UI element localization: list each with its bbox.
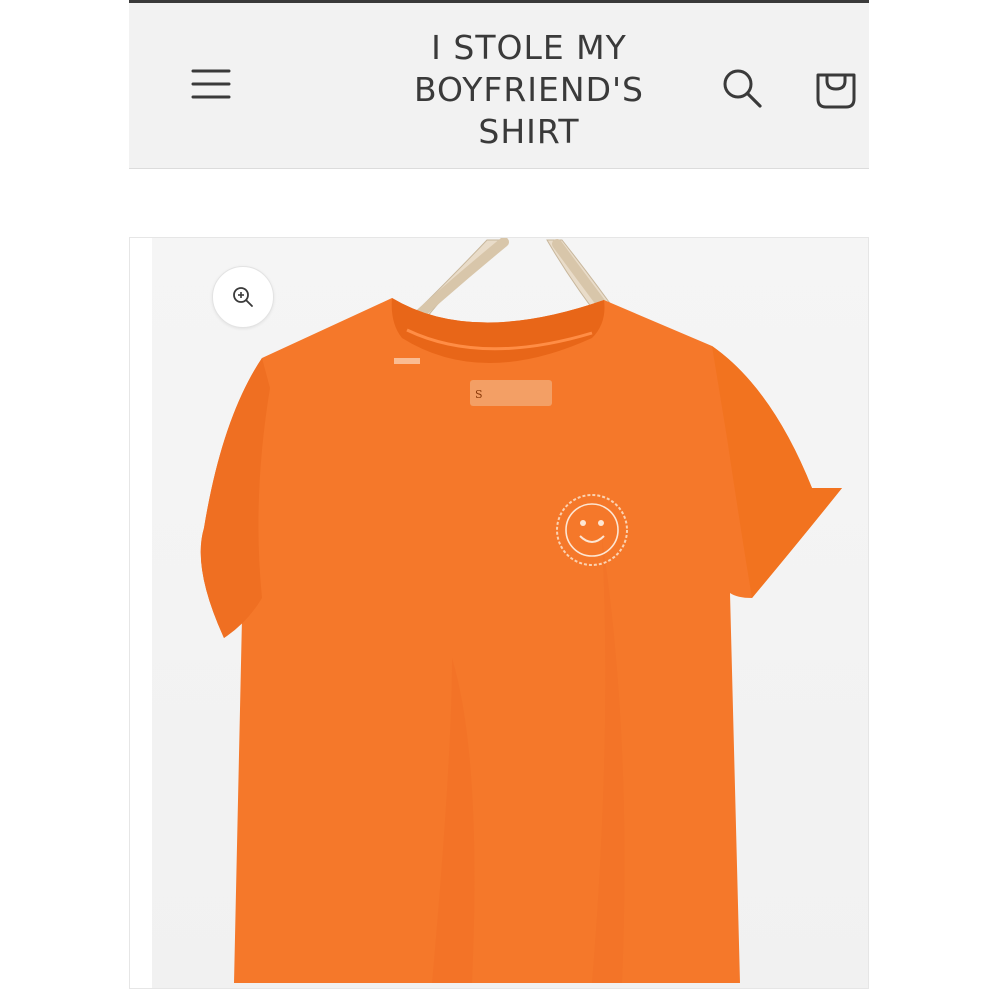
- tshirt-shape: S: [200, 298, 842, 983]
- orange-tshirt-illustration: S: [200, 238, 842, 983]
- zoom-in-icon: [233, 287, 253, 307]
- svg-text:S: S: [475, 388, 483, 401]
- cart-button[interactable]: [810, 61, 862, 115]
- search-button[interactable]: [717, 63, 767, 113]
- menu-button[interactable]: [189, 59, 233, 109]
- neck-stitch-mark: [394, 358, 420, 364]
- search-icon: [723, 69, 762, 108]
- cart-bag-icon: [816, 73, 856, 109]
- site-header: I STOLE MY BOYFRIEND'S SHIRT: [129, 0, 869, 169]
- product-page: I STOLE MY BOYFRIEND'S SHIRT S: [0, 0, 1000, 1000]
- zoom-button[interactable]: [212, 266, 274, 328]
- gallery-edge: [130, 238, 153, 988]
- store-logo-title[interactable]: I STOLE MY BOYFRIEND'S SHIRT: [389, 27, 669, 153]
- product-media-gallery: S: [129, 237, 869, 989]
- product-image[interactable]: S: [152, 238, 868, 988]
- hamburger-menu-icon: [191, 69, 231, 99]
